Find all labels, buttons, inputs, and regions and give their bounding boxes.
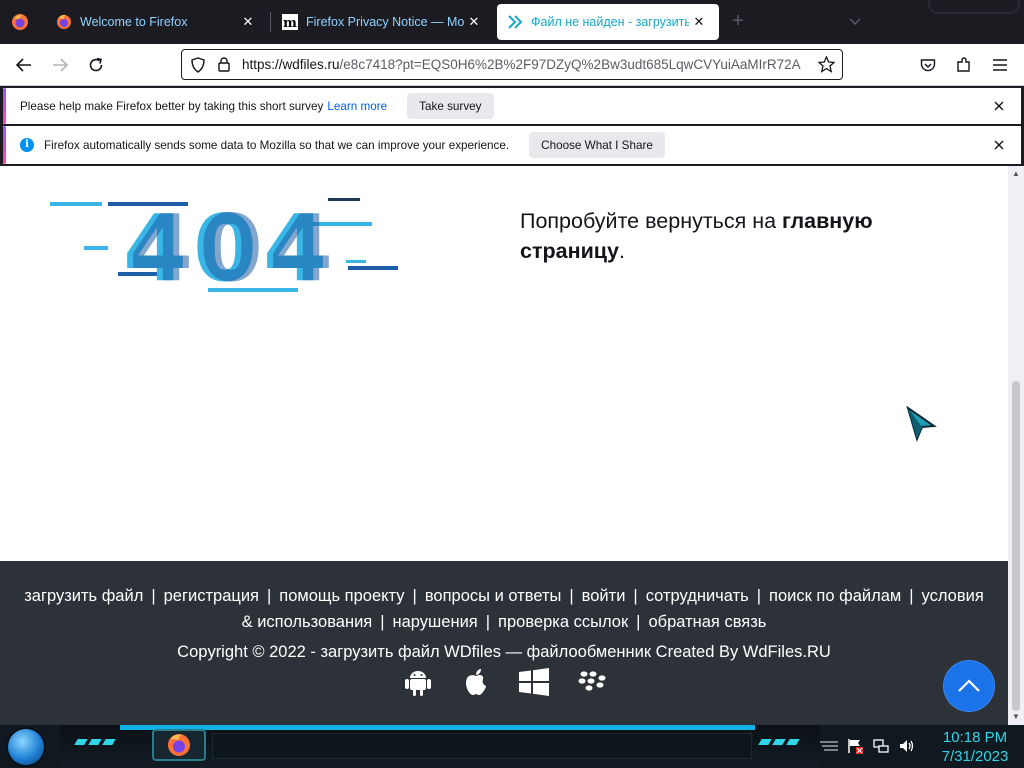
notification-accent <box>3 126 6 164</box>
tab-separator <box>270 12 271 32</box>
mozilla-m-icon: m <box>282 14 298 30</box>
apple-icon[interactable] <box>458 665 494 699</box>
survey-text: Please help make Firefox better by takin… <box>20 99 324 113</box>
clock-time: 10:18 PM <box>942 729 1008 746</box>
hamburger-menu-icon[interactable] <box>987 53 1013 77</box>
firefox-view-icon[interactable] <box>6 8 34 36</box>
copyright-text: Copyright © 2022 - загрузить файл WDfile… <box>177 643 831 661</box>
extensions-icon[interactable] <box>951 53 977 77</box>
footer-link-login[interactable]: войти <box>582 587 626 605</box>
clock-date: 7/31/2023 <box>941 748 1009 765</box>
footer-link-upload[interactable]: загрузить файл <box>24 587 143 605</box>
taskbar-glow <box>120 725 755 730</box>
window-controls[interactable] <box>928 0 1020 14</box>
info-icon: i <box>20 138 34 152</box>
error-404-graphic: 404 404 <box>50 196 398 296</box>
volume-icon[interactable] <box>898 737 916 755</box>
system-clock[interactable]: 10:18 PM 7/31/2023 <box>930 728 1020 766</box>
error-code-dark: 404 <box>129 196 339 296</box>
footer-link-violations[interactable]: нарушения <box>393 613 478 631</box>
notification-accent <box>3 88 6 124</box>
scroll-thumb[interactable] <box>1012 381 1020 711</box>
scroll-up-icon[interactable]: ▲ <box>1012 170 1020 178</box>
tab-welcome[interactable]: Welcome to Firefox ✕ <box>46 4 268 40</box>
error-message: Попробуйте вернуться на главную страницу… <box>520 206 960 266</box>
mouse-cursor-icon <box>906 406 937 442</box>
scroll-down-icon[interactable]: ▼ <box>1012 713 1020 721</box>
page-content: 404 404 Попробуйте вернуться на главную … <box>0 166 1008 561</box>
system-tray <box>820 731 930 761</box>
tab-title: Файл не найден - загрузить файл <box>531 15 689 29</box>
back-arrow-icon[interactable] <box>11 53 37 77</box>
data-collection-notification: i Firefox automatically sends some data … <box>3 126 1021 164</box>
tab-privacy-notice[interactable]: m Firefox Privacy Notice — Mozilla ✕ <box>272 4 494 40</box>
android-icon[interactable] <box>400 665 436 699</box>
windows-icon[interactable] <box>516 665 552 699</box>
lock-icon[interactable] <box>214 55 234 75</box>
tab-strip: Welcome to Firefox ✕ m Firefox Privacy N… <box>0 0 1024 44</box>
message-prefix: Попробуйте вернуться на <box>520 209 783 233</box>
learn-more-link[interactable]: Learn more <box>327 100 387 113</box>
start-orb-icon[interactable] <box>8 729 44 765</box>
taskbar-firefox-button[interactable] <box>152 729 206 761</box>
footer-link-cooperate[interactable]: сотрудничать <box>646 587 749 605</box>
shield-icon[interactable] <box>188 55 208 75</box>
take-survey-button[interactable]: Take survey <box>407 93 494 119</box>
action-center-flag-icon[interactable] <box>846 737 864 755</box>
bookmark-star-icon[interactable] <box>816 55 836 75</box>
choose-what-i-share-button[interactable]: Choose What I Share <box>529 132 665 158</box>
svg-text:m: m <box>283 16 297 30</box>
taskbar-empty-slot <box>212 733 752 759</box>
platform-icons <box>400 665 610 699</box>
taskbar-decoration <box>758 739 800 747</box>
address-bar[interactable]: https://wdfiles.ru/e8c7418?pt=EQS0H6%2B%… <box>181 49 843 80</box>
footer-link-help[interactable]: помощь проекту <box>279 587 404 605</box>
data-collection-text: Firefox automatically sends some data to… <box>44 138 510 152</box>
blackberry-icon[interactable] <box>574 665 610 699</box>
network-icon[interactable] <box>872 737 890 755</box>
chevron-down-icon[interactable] <box>845 12 865 32</box>
footer-link-register[interactable]: регистрация <box>164 587 259 605</box>
firefox-icon <box>56 14 72 30</box>
chevron-up-icon <box>958 679 980 692</box>
firefox-icon <box>168 734 190 756</box>
footer-links: загрузить файл | регистрация | помощь проект… <box>24 587 984 631</box>
page-scrollbar[interactable]: ▲ ▼ <box>1008 166 1024 725</box>
close-icon[interactable] <box>991 137 1007 153</box>
tab-file-not-found[interactable]: Файл не найден - загрузить файл ✕ <box>497 4 719 40</box>
close-icon[interactable] <box>991 98 1007 114</box>
site-footer: загрузить файл | регистрация | помощь проект… <box>0 561 1008 725</box>
url-text[interactable]: https://wdfiles.ru/e8c7418?pt=EQS0H6%2B%… <box>242 57 816 72</box>
footer-link-faq[interactable]: вопросы и ответы <box>425 587 562 605</box>
close-tab-icon[interactable]: ✕ <box>464 12 484 32</box>
footer-link-search[interactable]: поиск по файлам <box>769 587 901 605</box>
taskbar: 10:18 PM 7/31/2023 <box>0 725 1024 768</box>
taskbar-decoration <box>74 739 116 747</box>
footer-link-check-links[interactable]: проверка ссылок <box>498 613 628 631</box>
tray-lines-icon[interactable] <box>820 737 838 755</box>
navigation-bar: https://wdfiles.ru/e8c7418?pt=EQS0H6%2B%… <box>0 44 1024 86</box>
tab-title: Firefox Privacy Notice — Mozilla <box>306 15 464 29</box>
reload-icon[interactable] <box>83 53 109 77</box>
pocket-icon[interactable] <box>915 53 941 77</box>
close-tab-icon[interactable]: ✕ <box>689 12 709 32</box>
message-suffix: . <box>618 239 625 263</box>
footer-link-feedback[interactable]: обратная связь <box>648 613 766 631</box>
wdfiles-chevron-icon <box>507 14 523 30</box>
forward-arrow-icon[interactable] <box>47 53 73 77</box>
tab-title: Welcome to Firefox <box>80 15 188 29</box>
close-tab-icon[interactable]: ✕ <box>238 12 258 32</box>
scroll-to-top-button[interactable] <box>944 661 994 711</box>
survey-notification: Please help make Firefox better by takin… <box>3 88 1021 124</box>
new-tab-icon[interactable]: + <box>728 11 748 32</box>
